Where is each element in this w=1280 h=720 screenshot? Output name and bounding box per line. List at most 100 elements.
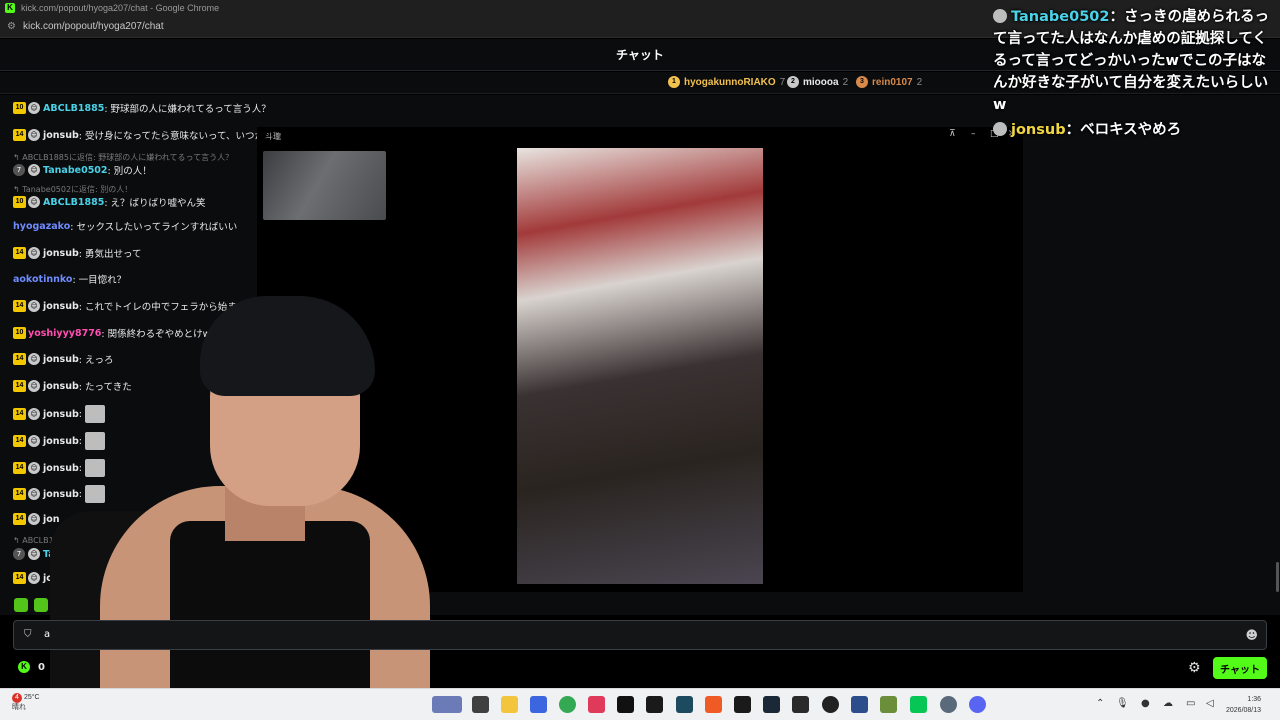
reply-text: Tanabe0502に返信: 別の人！: [22, 185, 133, 194]
leaderboard-item[interactable]: 3 rein0107 2: [856, 76, 922, 88]
chat-message: 10 ☺ ABCLB1885 : 野球部の人に嫌われてるって言う人？: [13, 100, 271, 116]
clock-date: 2026/08/13: [1226, 707, 1262, 714]
tiktok-icon[interactable]: [617, 696, 634, 713]
obs-icon[interactable]: [822, 696, 839, 713]
stream-chat-overlay: Tanabe0502：さっきの虐められるって言ってた人はなんか虐めの証拠探してく…: [993, 6, 1275, 141]
app-icon[interactable]: [588, 696, 605, 713]
window-title: kick.com/popout/hyoga207/chat - Google C…: [21, 3, 220, 13]
chat-username[interactable]: ABCLB1885: [43, 103, 104, 114]
cat-thumbnail-image[interactable]: [263, 151, 386, 220]
settings-app-icon[interactable]: [940, 696, 957, 713]
subscriber-badge-icon: 10: [13, 327, 26, 339]
chat-input-value[interactable]: a: [44, 629, 50, 640]
chat-username[interactable]: aokotinnko: [13, 274, 72, 285]
emote-button[interactable]: [34, 598, 48, 612]
chat-username[interactable]: hyogazako: [13, 221, 70, 232]
overlay-message: jonsub：ベロキスやめろ: [993, 119, 1275, 141]
chevron-up-icon[interactable]: ⌃: [1096, 698, 1104, 709]
pin-icon[interactable]: ⊼: [949, 129, 956, 139]
file-explorer-icon[interactable]: [501, 696, 518, 713]
app-icon[interactable]: [676, 696, 693, 713]
leaderboard-count: 2: [916, 76, 923, 88]
minecraft-icon[interactable]: [880, 696, 897, 713]
minimize-icon[interactable]: –: [971, 129, 976, 139]
gifter-badge-icon: ☺: [28, 129, 40, 141]
app-icon[interactable]: [792, 696, 809, 713]
gear-icon[interactable]: ⚙: [1188, 660, 1201, 676]
line-icon[interactable]: [910, 696, 927, 713]
chrome-icon[interactable]: [559, 696, 576, 713]
weather-temp: 25°C: [23, 694, 40, 701]
subscriber-badge-icon: 14: [13, 129, 26, 141]
kick-favicon-icon: K: [5, 3, 15, 13]
search-highlight-icon[interactable]: [432, 696, 462, 713]
chat-username[interactable]: jonsub: [43, 248, 79, 259]
subscriber-badge-icon: 14: [13, 488, 26, 500]
app-icon[interactable]: [530, 696, 547, 713]
subscriber-badge-icon: 10: [13, 102, 26, 114]
chat-text: : え？ばりばり嘘やん笑: [104, 198, 206, 209]
weather-widget[interactable]: 4 25°C 晴れ: [12, 693, 40, 712]
subscriber-badge-icon: 14: [13, 300, 26, 312]
app-icon[interactable]: [646, 696, 663, 713]
app-icon[interactable]: [734, 696, 751, 713]
site-settings-icon[interactable]: ⚙: [7, 21, 17, 32]
reply-preview: ↰ Tanabe0502に返信: 別の人！: [13, 185, 133, 194]
gifter-badge-icon: ☺: [28, 300, 40, 312]
overlay-message: Tanabe0502：さっきの虐められるって言ってた人はなんか虐めの証拠探してく…: [993, 6, 1275, 116]
chat-text: : 別の人！: [107, 166, 152, 177]
streamer-hair: [200, 296, 375, 396]
discord-icon[interactable]: [969, 696, 986, 713]
gifter-badge-icon: ☺: [28, 380, 40, 392]
subscriber-badge-icon: 14: [13, 513, 26, 525]
steam-icon[interactable]: [763, 696, 780, 713]
gifter-badge-icon: ☺: [28, 408, 40, 420]
gifter-badge-icon: ☺: [28, 513, 40, 525]
app-icon[interactable]: [851, 696, 868, 713]
task-view-icon[interactable]: [472, 696, 489, 713]
subscriber-badge-icon: 14: [13, 380, 26, 392]
leaderboard-item[interactable]: 2 mioooa 2: [787, 76, 848, 88]
subscriber-badge-icon: 7: [13, 164, 25, 176]
quick-emote-row: [14, 598, 48, 612]
subscriber-badge-icon: 14: [13, 572, 26, 584]
brave-icon[interactable]: [705, 696, 722, 713]
system-clock[interactable]: 1:36 2026/08/13: [1226, 694, 1261, 716]
chat-username[interactable]: ABCLB1885: [43, 197, 104, 208]
chat-input-field[interactable]: ⛉ a ☻: [13, 620, 1267, 650]
user-avatar-icon: [993, 9, 1007, 23]
overlay-username: Tanabe0502: [1011, 9, 1110, 25]
leaderboard-item[interactable]: 1 hyogakunnoRIAKO 7: [668, 76, 785, 88]
monitor-icon[interactable]: ▭: [1186, 698, 1195, 709]
app-tray-icon[interactable]: ●: [1141, 698, 1150, 709]
channel-points[interactable]: K 0: [18, 661, 45, 673]
emote-button[interactable]: [14, 598, 28, 612]
rank-badge-icon: 2: [787, 76, 799, 88]
chat-text: : 勇気出せって: [78, 249, 142, 260]
gifter-badge-icon: ☺: [28, 164, 40, 176]
chat-username[interactable]: jonsub: [43, 130, 79, 141]
points-value: 0: [38, 661, 45, 673]
chat-message: hyogazako : セックスしたいってラインすればいい: [13, 218, 237, 234]
rank-badge-icon: 3: [856, 76, 868, 88]
chat-username[interactable]: Tanabe0502: [43, 165, 108, 176]
send-chat-button[interactable]: チャット: [1213, 657, 1267, 679]
clock-time: 1:36: [1247, 696, 1262, 703]
gifter-badge-icon: ☺: [28, 102, 40, 114]
microphone-icon[interactable]: 🎙: [1116, 698, 1129, 709]
chat-message: 10 ☺ ABCLB1885 : え？ばりばり嘘やん笑: [13, 194, 206, 210]
leaderboard-username: hyogakunnoRIAKO: [684, 76, 776, 88]
chat-message: 7 ☺ Tanabe0502 : 別の人！: [13, 162, 152, 178]
chat-scrollbar[interactable]: [1276, 562, 1279, 592]
subscriber-badge-icon: 7: [13, 548, 25, 560]
chat-text: : 一目惚れ？: [72, 275, 127, 286]
gifter-badge-icon: ☺: [28, 196, 40, 208]
chat-message: 14 ☺ jonsub : 勇気出せって: [13, 245, 142, 261]
url-text[interactable]: kick.com/popout/hyoga207/chat: [23, 21, 164, 32]
onedrive-icon[interactable]: ☁: [1163, 698, 1173, 709]
gifter-badge-icon: ☺: [28, 247, 40, 259]
volume-icon[interactable]: ◁: [1206, 698, 1214, 709]
emoji-icon[interactable]: ☻: [1245, 628, 1258, 642]
leaderboard-count: 7: [779, 76, 786, 88]
subscriber-badge-icon: 14: [13, 247, 26, 259]
